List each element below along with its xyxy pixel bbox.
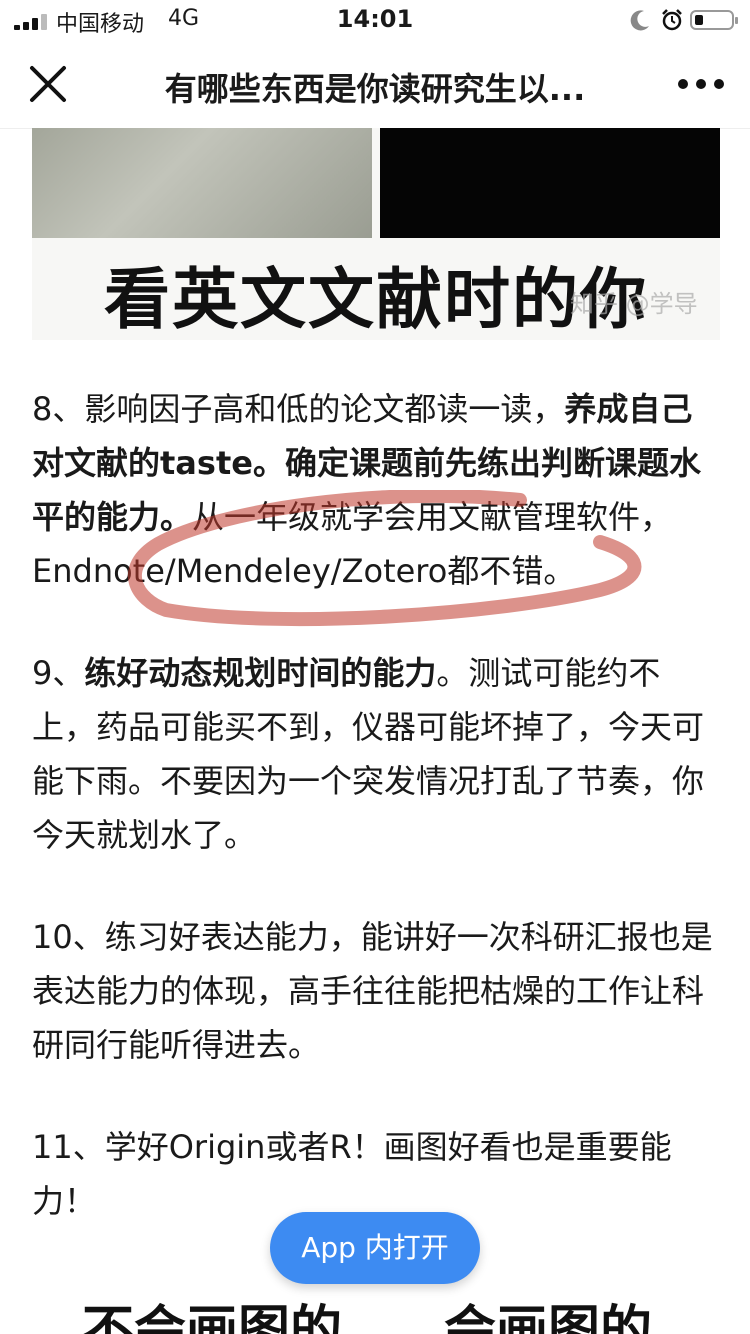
paragraph-10: 10、练习好表达能力，能讲好一次科研汇报也是表达能力的体现，高手往往能把枯燥的工… (32, 918, 713, 1064)
p9-text-a: 9、 (32, 654, 85, 692)
status-bar: 中国移动 4G 14:01 (0, 0, 750, 40)
moon-icon (630, 10, 649, 31)
meme-caption-left: 不会画图的 (82, 1301, 343, 1334)
page-title: 有哪些东西是你读研究生以... (164, 70, 586, 108)
watermark: 知乎 @学导 (570, 290, 698, 318)
meme-image-plotting: 不会画图的 会画图的 (0, 1284, 750, 1334)
close-icon[interactable] (26, 62, 70, 106)
p8-text-a: 8、影响因子高和低的论文都读一读， (32, 390, 565, 428)
p9-bold: 练好动态规划时间的能力 (84, 654, 437, 692)
paragraph-8: 8、影响因子高和低的论文都读一读，养成自己对文献的taste。确定课题前先练出判… (32, 382, 722, 598)
meme-left-panel (32, 128, 372, 238)
paragraph-9: 9、练好动态规划时间的能力。测试可能约不上，药品可能买不到，仪器可能坏掉了，今天… (32, 646, 722, 862)
alarm-icon (662, 9, 682, 31)
meme-image-reading: 看英文文献时的你 知乎 @学导 (32, 128, 720, 340)
open-in-app-button[interactable]: App 内打开 (270, 1212, 480, 1284)
meme-caption-right: 会画图的 (444, 1301, 653, 1334)
nav-bar: 有哪些东西是你读研究生以... (0, 40, 750, 129)
battery-icon (690, 10, 738, 30)
meme-right-panel (380, 128, 720, 238)
more-icon[interactable] (676, 74, 726, 94)
